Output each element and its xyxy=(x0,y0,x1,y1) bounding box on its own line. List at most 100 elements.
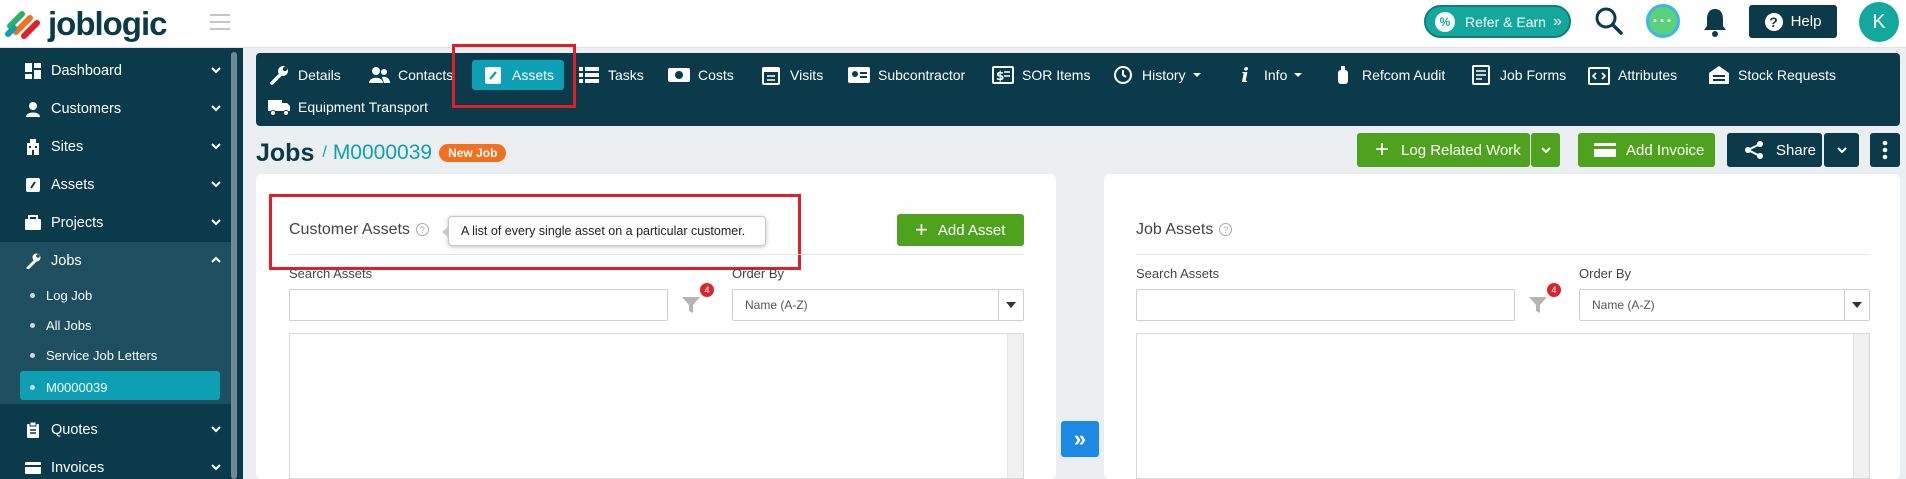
chevron-up-icon xyxy=(211,256,221,263)
search-assets-label: Search Assets xyxy=(1136,266,1220,281)
sidebar-scrollbar[interactable] xyxy=(231,52,237,479)
projects-icon xyxy=(24,214,42,232)
order-by-label: Order By xyxy=(1579,266,1632,281)
sidebar-item-assets[interactable]: Assets xyxy=(0,166,236,204)
tab-equipment-transport[interactable]: Equipment Transport xyxy=(268,92,428,122)
list-icon xyxy=(578,65,600,85)
menu-toggle-icon[interactable] xyxy=(210,14,230,30)
tab-sor-items[interactable]: $ SOR Items xyxy=(992,60,1090,90)
money-icon xyxy=(668,65,690,85)
chevron-down-icon xyxy=(211,464,221,471)
svg-text:$: $ xyxy=(996,69,1004,83)
log-related-work-button[interactable]: + Log Related Work xyxy=(1357,133,1530,167)
chevron-down-icon xyxy=(1540,147,1551,154)
tab-stock-requests[interactable]: Stock Requests xyxy=(1708,60,1836,90)
code-icon xyxy=(1588,65,1610,85)
customer-assets-order-select[interactable]: Name (A-Z) xyxy=(732,289,1024,321)
tab-contacts[interactable]: Contacts xyxy=(368,60,453,90)
plus-icon: + xyxy=(1375,136,1390,163)
cylinder-icon xyxy=(1332,65,1354,85)
help-label: Help xyxy=(1790,13,1822,30)
sidebar-item-label: Sites xyxy=(51,139,84,155)
tab-tasks[interactable]: Tasks xyxy=(578,60,644,90)
job-assets-order-select[interactable]: Name (A-Z) xyxy=(1579,289,1870,321)
question-icon: ? xyxy=(1764,12,1783,31)
sidebar-item-jobs[interactable]: Jobs xyxy=(0,242,236,280)
sidebar-item-quotes[interactable]: Quotes xyxy=(0,411,236,449)
tab-details[interactable]: Details xyxy=(268,60,341,90)
share-icon xyxy=(1745,141,1763,159)
price-list-icon: $ xyxy=(992,65,1014,85)
tab-subcontractor[interactable]: Subcontractor xyxy=(848,60,965,90)
chat-icon[interactable]: ··· xyxy=(1646,4,1680,38)
sidebar-item-projects[interactable]: Projects xyxy=(0,204,236,242)
add-asset-button[interactable]: + Add Asset xyxy=(897,214,1024,246)
contacts-icon xyxy=(368,65,390,85)
sidebar-item-invoices[interactable]: Invoices xyxy=(0,449,236,479)
order-by-label: Order By xyxy=(732,266,785,281)
sidebar-subitem-all-jobs[interactable]: All Jobs xyxy=(0,310,236,340)
chevron-down-icon xyxy=(211,426,221,433)
building-icon xyxy=(24,138,42,156)
sidebar-item-sites[interactable]: Sites xyxy=(0,128,236,166)
more-options-button[interactable] xyxy=(1870,133,1900,167)
history-icon xyxy=(1112,65,1134,85)
bell-icon[interactable] xyxy=(1700,6,1730,38)
tab-info[interactable]: i Info xyxy=(1234,60,1303,90)
chevron-down-icon xyxy=(211,105,221,112)
caret-down-icon xyxy=(1192,73,1201,77)
sidebar-subitem-log-job[interactable]: Log Job xyxy=(0,280,236,310)
tab-costs[interactable]: Costs xyxy=(668,60,734,90)
job-number: M0000039 xyxy=(332,141,433,164)
sidebar-item-dashboard[interactable]: Dashboard xyxy=(0,52,236,90)
tab-job-forms[interactable]: Job Forms xyxy=(1470,60,1566,90)
tab-history[interactable]: History xyxy=(1112,60,1202,90)
caret-down-icon xyxy=(1844,290,1869,320)
refer-and-earn-button[interactable]: % Refer & Earn » xyxy=(1424,5,1571,38)
list-scrollbar[interactable] xyxy=(1853,334,1869,478)
sidebar-item-label: Jobs xyxy=(51,253,82,269)
invoice-icon xyxy=(24,459,42,477)
help-button[interactable]: ? Help xyxy=(1749,5,1837,38)
sidebar-item-label: Projects xyxy=(51,215,104,231)
plus-icon: + xyxy=(915,217,928,242)
chevron-down-icon xyxy=(211,67,221,74)
move-assets-button[interactable]: » xyxy=(1061,421,1099,457)
sidebar-item-customers[interactable]: Customers xyxy=(0,90,236,128)
top-bar: joblogic % Refer & Earn » ··· ? Help K xyxy=(0,0,1906,48)
filter-count-badge: 4 xyxy=(700,283,714,297)
sidebar-subitem-label: Service Job Letters xyxy=(46,347,158,363)
joblogic-logo[interactable]: joblogic xyxy=(4,5,167,42)
list-scrollbar[interactable] xyxy=(1007,334,1023,478)
customer-assets-search-input[interactable] xyxy=(289,289,668,321)
status-badge: New Job xyxy=(439,144,507,162)
filter-icon[interactable] xyxy=(680,294,702,316)
sidebar-item-label: Invoices xyxy=(51,460,105,476)
share-dropdown[interactable] xyxy=(1824,133,1859,167)
job-assets-title: Job Assets? xyxy=(1136,221,1233,239)
sidebar-subitem-label: Log Job xyxy=(46,287,93,303)
customer-assets-list[interactable] xyxy=(289,333,1024,479)
job-assets-search-input[interactable] xyxy=(1136,289,1515,321)
sidebar-subitem-current-job[interactable]: M0000039 xyxy=(0,370,236,404)
tab-attributes[interactable]: Attributes xyxy=(1588,60,1677,90)
avatar[interactable]: K xyxy=(1859,2,1899,42)
filter-icon[interactable] xyxy=(1527,294,1549,316)
share-button[interactable]: Share xyxy=(1727,133,1822,167)
kebab-menu-icon xyxy=(1882,140,1888,160)
tab-visits[interactable]: Visits xyxy=(760,60,823,90)
breadcrumb-separator: / xyxy=(322,144,327,161)
tab-refcom-audit[interactable]: Refcom Audit xyxy=(1332,60,1445,90)
sidebar-subitem-label: All Jobs xyxy=(46,317,92,333)
wrench-icon xyxy=(24,252,42,270)
help-circle-icon[interactable]: ? xyxy=(1219,223,1233,236)
log-related-work-dropdown[interactable] xyxy=(1531,133,1560,167)
chevron-down-icon xyxy=(211,181,221,188)
page-title: Jobs xyxy=(256,138,315,167)
chevron-down-icon xyxy=(1836,147,1847,154)
caret-down-icon xyxy=(1294,73,1303,77)
search-icon[interactable] xyxy=(1594,6,1624,36)
add-invoice-button[interactable]: Add Invoice xyxy=(1578,133,1715,167)
sidebar-subitem-service-job-letters[interactable]: Service Job Letters xyxy=(0,340,236,370)
job-assets-list[interactable] xyxy=(1136,333,1870,479)
